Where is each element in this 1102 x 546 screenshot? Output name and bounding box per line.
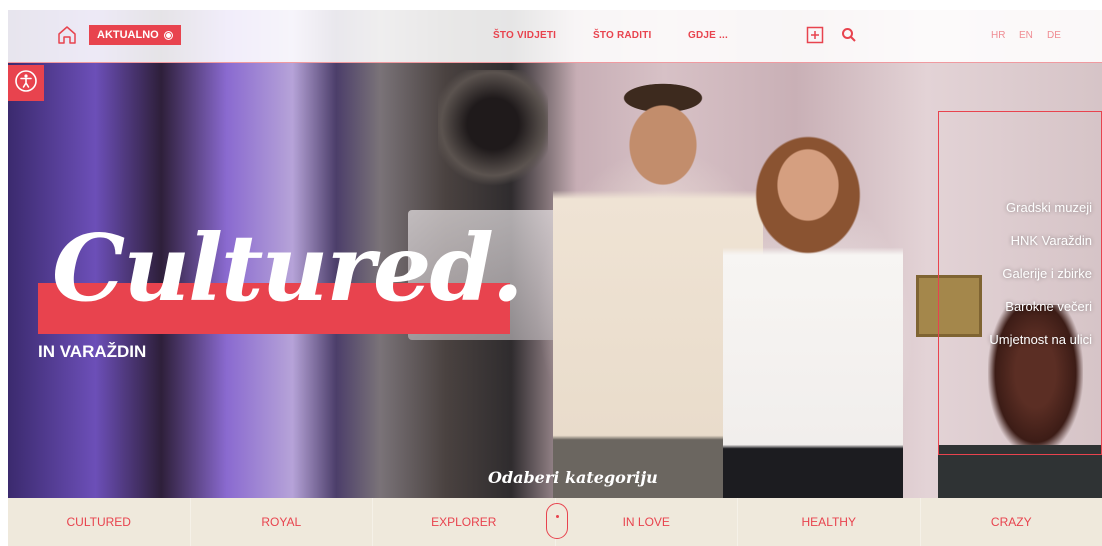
woman-figure <box>723 105 903 498</box>
category-in-love[interactable]: IN LOVE <box>556 498 738 546</box>
nav-sto-vidjeti[interactable]: ŠTO VIDJETI <box>493 30 556 41</box>
home-icon[interactable] <box>56 24 78 46</box>
accessibility-button[interactable] <box>8 65 44 101</box>
plus-box-icon[interactable] <box>804 24 826 46</box>
side-link-umjetnost-na-ulici[interactable]: Umjetnost na ulici <box>989 332 1092 347</box>
live-dot-icon <box>163 30 173 40</box>
nav-gdje[interactable]: GDJE ... <box>688 30 728 41</box>
side-link-barokne-veceri[interactable]: Barokne večeri <box>989 299 1092 314</box>
category-healthy[interactable]: HEALTHY <box>738 498 921 546</box>
scroll-wheel <box>555 515 559 518</box>
lang-de[interactable]: DE <box>1047 30 1061 41</box>
nav-sto-raditi[interactable]: ŠTO RADITI <box>593 30 651 41</box>
category-explorer[interactable]: EXPLORER <box>373 498 556 546</box>
category-crazy[interactable]: CRAZY <box>921 498 1102 546</box>
accessibility-icon <box>14 69 38 97</box>
category-prompt: Odaberi kategoriju <box>488 468 658 487</box>
hero-title: Cultured. <box>52 214 524 322</box>
ornate-mirror <box>438 70 548 190</box>
aktualno-label: AKTUALNO <box>97 29 159 41</box>
side-link-galerije-i-zbirke[interactable]: Galerije i zbirke <box>989 266 1092 281</box>
search-icon[interactable] <box>838 24 860 46</box>
scroll-mouse-icon[interactable] <box>546 503 568 539</box>
aktualno-button[interactable]: AKTUALNO <box>89 25 181 45</box>
top-navigation: AKTUALNO ŠTO VIDJETI ŠTO RADITI GDJE ...… <box>8 10 1102 63</box>
side-menu: Gradski muzeji HNK Varaždin Galerije i z… <box>989 200 1092 365</box>
lang-en[interactable]: EN <box>1019 30 1033 41</box>
lang-hr[interactable]: HR <box>991 30 1005 41</box>
side-link-hnk-varazdin[interactable]: HNK Varaždin <box>989 233 1092 248</box>
side-link-gradski-muzeji[interactable]: Gradski muzeji <box>989 200 1092 215</box>
hero-subtitle: IN VARAŽDIN <box>38 342 147 361</box>
category-royal[interactable]: ROYAL <box>191 498 373 546</box>
category-cultured[interactable]: CULTURED <box>8 498 191 546</box>
